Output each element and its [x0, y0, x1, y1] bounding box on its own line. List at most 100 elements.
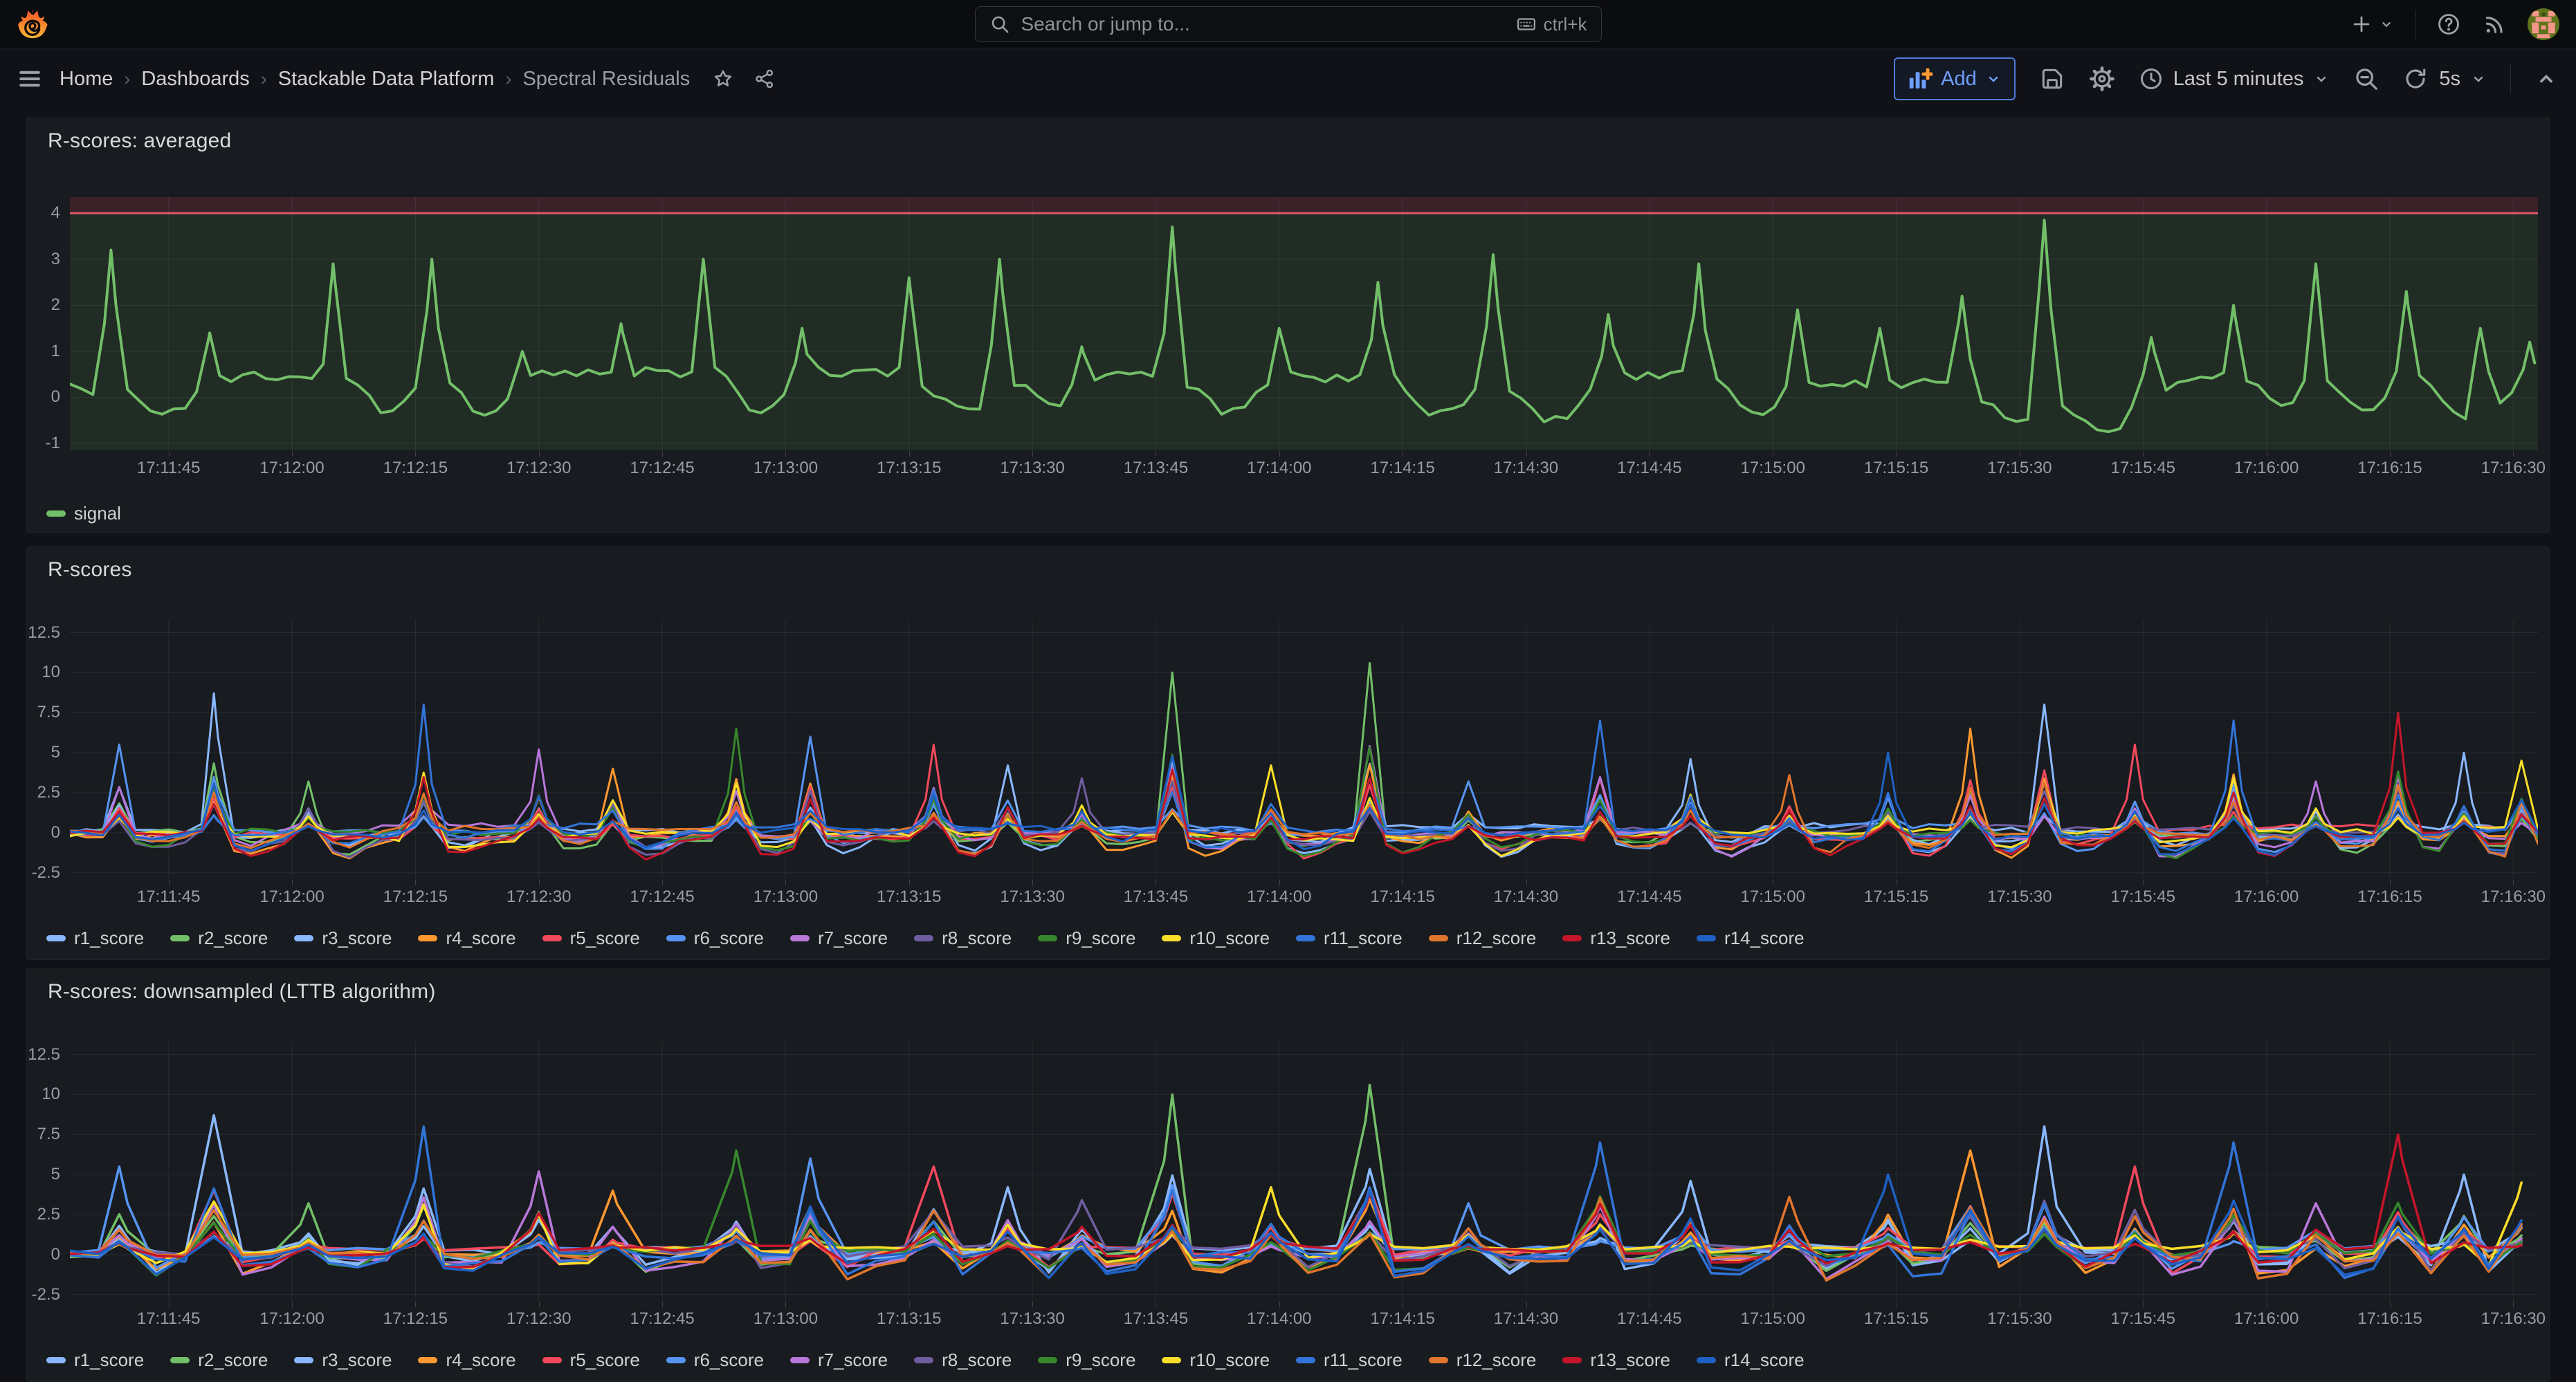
y-axis-tick-label: 0: [27, 1245, 60, 1264]
legend-item-r2_score[interactable]: r2_score: [170, 928, 268, 949]
x-axis-tick-label: 17:15:30: [1971, 1309, 2068, 1329]
legend-item-r12_score[interactable]: r12_score: [1429, 1349, 1537, 1371]
x-axis-tick-label: 17:11:45: [120, 459, 217, 478]
legend-item-r11_score[interactable]: r11_score: [1296, 1349, 1403, 1371]
legend-item-r10_score[interactable]: r10_score: [1162, 928, 1270, 949]
y-axis-tick-label: 4: [27, 203, 60, 223]
breadcrumb-folder[interactable]: Stackable Data Platform: [278, 68, 495, 91]
legend-item-r6_score[interactable]: r6_score: [666, 1349, 764, 1371]
legend-label: r7_score: [818, 1349, 888, 1371]
legend-item-r13_score[interactable]: r13_score: [1562, 1349, 1670, 1371]
favorite-button[interactable]: [712, 68, 734, 90]
legend-item-r3_score[interactable]: r3_score: [294, 928, 392, 949]
help-button[interactable]: [2436, 12, 2461, 37]
add-button-label: Add: [1941, 68, 1977, 91]
legend-swatch: [418, 1357, 437, 1363]
x-axis-tick-label: 17:15:15: [1848, 1309, 1945, 1329]
legend-item-r1_score[interactable]: r1_score: [46, 1349, 144, 1371]
legend-item-r9_score[interactable]: r9_score: [1038, 1349, 1135, 1371]
breadcrumb-dashboards[interactable]: Dashboards: [141, 68, 249, 91]
new-button[interactable]: [2350, 12, 2394, 36]
panel-title[interactable]: R-scores: downsampled (LTTB algorithm): [48, 980, 436, 1004]
zoom-out-icon: [2353, 66, 2379, 92]
search-icon: [989, 14, 1010, 35]
time-series-plot[interactable]: [70, 197, 2538, 450]
panel-r-scores-downsampled: R-scores: downsampled (LTTB algorithm) 1…: [26, 968, 2550, 1382]
legend-item-r9_score[interactable]: r9_score: [1038, 928, 1135, 949]
breadcrumb-home[interactable]: Home: [60, 68, 113, 91]
legend-item-signal[interactable]: signal: [46, 503, 121, 524]
x-axis-tick-label: 17:15:15: [1848, 459, 1945, 478]
legend-item-r2_score[interactable]: r2_score: [170, 1349, 268, 1371]
add-button[interactable]: Add: [1894, 57, 2016, 100]
legend-swatch: [1562, 935, 1582, 941]
refresh-interval-picker[interactable]: 5s: [2439, 68, 2487, 91]
legend-item-r3_score[interactable]: r3_score: [294, 1349, 392, 1371]
x-axis-tick: [539, 880, 540, 885]
chevron-up-icon: [2534, 67, 2558, 91]
dashboard-header: Home › Dashboards › Stackable Data Platf…: [0, 48, 2576, 109]
x-axis-tick: [1032, 1302, 1033, 1307]
x-axis-tick-label: 17:13:00: [737, 459, 834, 478]
legend-item-r5_score[interactable]: r5_score: [542, 928, 640, 949]
zoom-out-button[interactable]: [2353, 66, 2379, 92]
save-dashboard-button[interactable]: [2039, 66, 2065, 92]
breadcrumb-current: Spectral Residuals: [522, 68, 690, 91]
top-nav: Search or jump to... ctrl+k: [0, 0, 2576, 48]
news-button[interactable]: [2482, 12, 2507, 37]
menu-button[interactable]: [17, 66, 43, 92]
legend-label: r13_score: [1590, 928, 1670, 949]
avatar[interactable]: [2528, 8, 2559, 40]
x-axis-tick-label: 17:11:45: [120, 1309, 217, 1329]
legend-swatch: [1429, 1357, 1448, 1363]
y-axis-tick-label: 2.5: [27, 1205, 60, 1224]
dashboard-settings-button[interactable]: [2089, 66, 2115, 92]
legend-item-r14_score[interactable]: r14_score: [1697, 1349, 1805, 1371]
legend-item-r1_score[interactable]: r1_score: [46, 928, 144, 949]
legend-label: r4_score: [446, 928, 515, 949]
legend-label: r1_score: [74, 1349, 144, 1371]
grafana-logo-icon[interactable]: [17, 8, 48, 40]
search-input[interactable]: Search or jump to... ctrl+k: [975, 6, 1602, 42]
x-axis-tick-label: 17:14:45: [1601, 887, 1698, 907]
legend-item-r6_score[interactable]: r6_score: [666, 928, 764, 949]
legend-label: r8_score: [942, 1349, 1012, 1371]
legend-swatch: [666, 1357, 686, 1363]
panel-title[interactable]: R-scores: [48, 558, 132, 582]
grafana-dashboard: Search or jump to... ctrl+k: [0, 0, 2576, 1370]
legend-item-r8_score[interactable]: r8_score: [914, 1349, 1012, 1371]
legend-item-r13_score[interactable]: r13_score: [1562, 928, 1670, 949]
legend-item-r4_score[interactable]: r4_score: [418, 1349, 515, 1371]
legend-label: r10_score: [1189, 928, 1270, 949]
legend-item-r10_score[interactable]: r10_score: [1162, 1349, 1270, 1371]
legend-label: r12_score: [1456, 928, 1537, 949]
refresh-button[interactable]: [2403, 66, 2428, 91]
share-button[interactable]: [753, 68, 776, 90]
time-series-plot[interactable]: [70, 620, 2538, 879]
legend-item-r4_score[interactable]: r4_score: [418, 928, 515, 949]
legend-item-r11_score[interactable]: r11_score: [1296, 928, 1403, 949]
panel-title[interactable]: R-scores: averaged: [48, 129, 231, 153]
legend-item-r8_score[interactable]: r8_score: [914, 928, 1012, 949]
keyboard-icon: [1516, 14, 1537, 35]
x-axis-tick-label: 17:12:45: [614, 887, 711, 907]
x-axis-tick: [2390, 880, 2391, 885]
y-axis-tick-label: 10: [27, 663, 60, 682]
x-axis-tick: [2143, 1302, 2144, 1307]
star-icon: [712, 68, 734, 90]
x-axis-tick-label: 17:14:30: [1478, 459, 1575, 478]
legend-item-r12_score[interactable]: r12_score: [1429, 928, 1537, 949]
x-axis-tick-label: 17:15:00: [1724, 1309, 1821, 1329]
legend-item-r7_score[interactable]: r7_score: [790, 1349, 888, 1371]
time-range-picker[interactable]: Last 5 minutes: [2139, 66, 2330, 91]
legend-item-r5_score[interactable]: r5_score: [542, 1349, 640, 1371]
legend-swatch: [1562, 1357, 1582, 1363]
legend-item-r7_score[interactable]: r7_score: [790, 928, 888, 949]
legend-item-r14_score[interactable]: r14_score: [1697, 928, 1805, 949]
collapse-controls-button[interactable]: [2534, 67, 2558, 91]
x-axis-tick: [1155, 451, 1156, 457]
x-axis-tick-label: 17:13:15: [861, 1309, 958, 1329]
x-axis-tick: [1279, 880, 1280, 885]
x-axis-tick-label: 17:15:15: [1848, 887, 1945, 907]
time-series-plot[interactable]: [70, 1042, 2538, 1301]
